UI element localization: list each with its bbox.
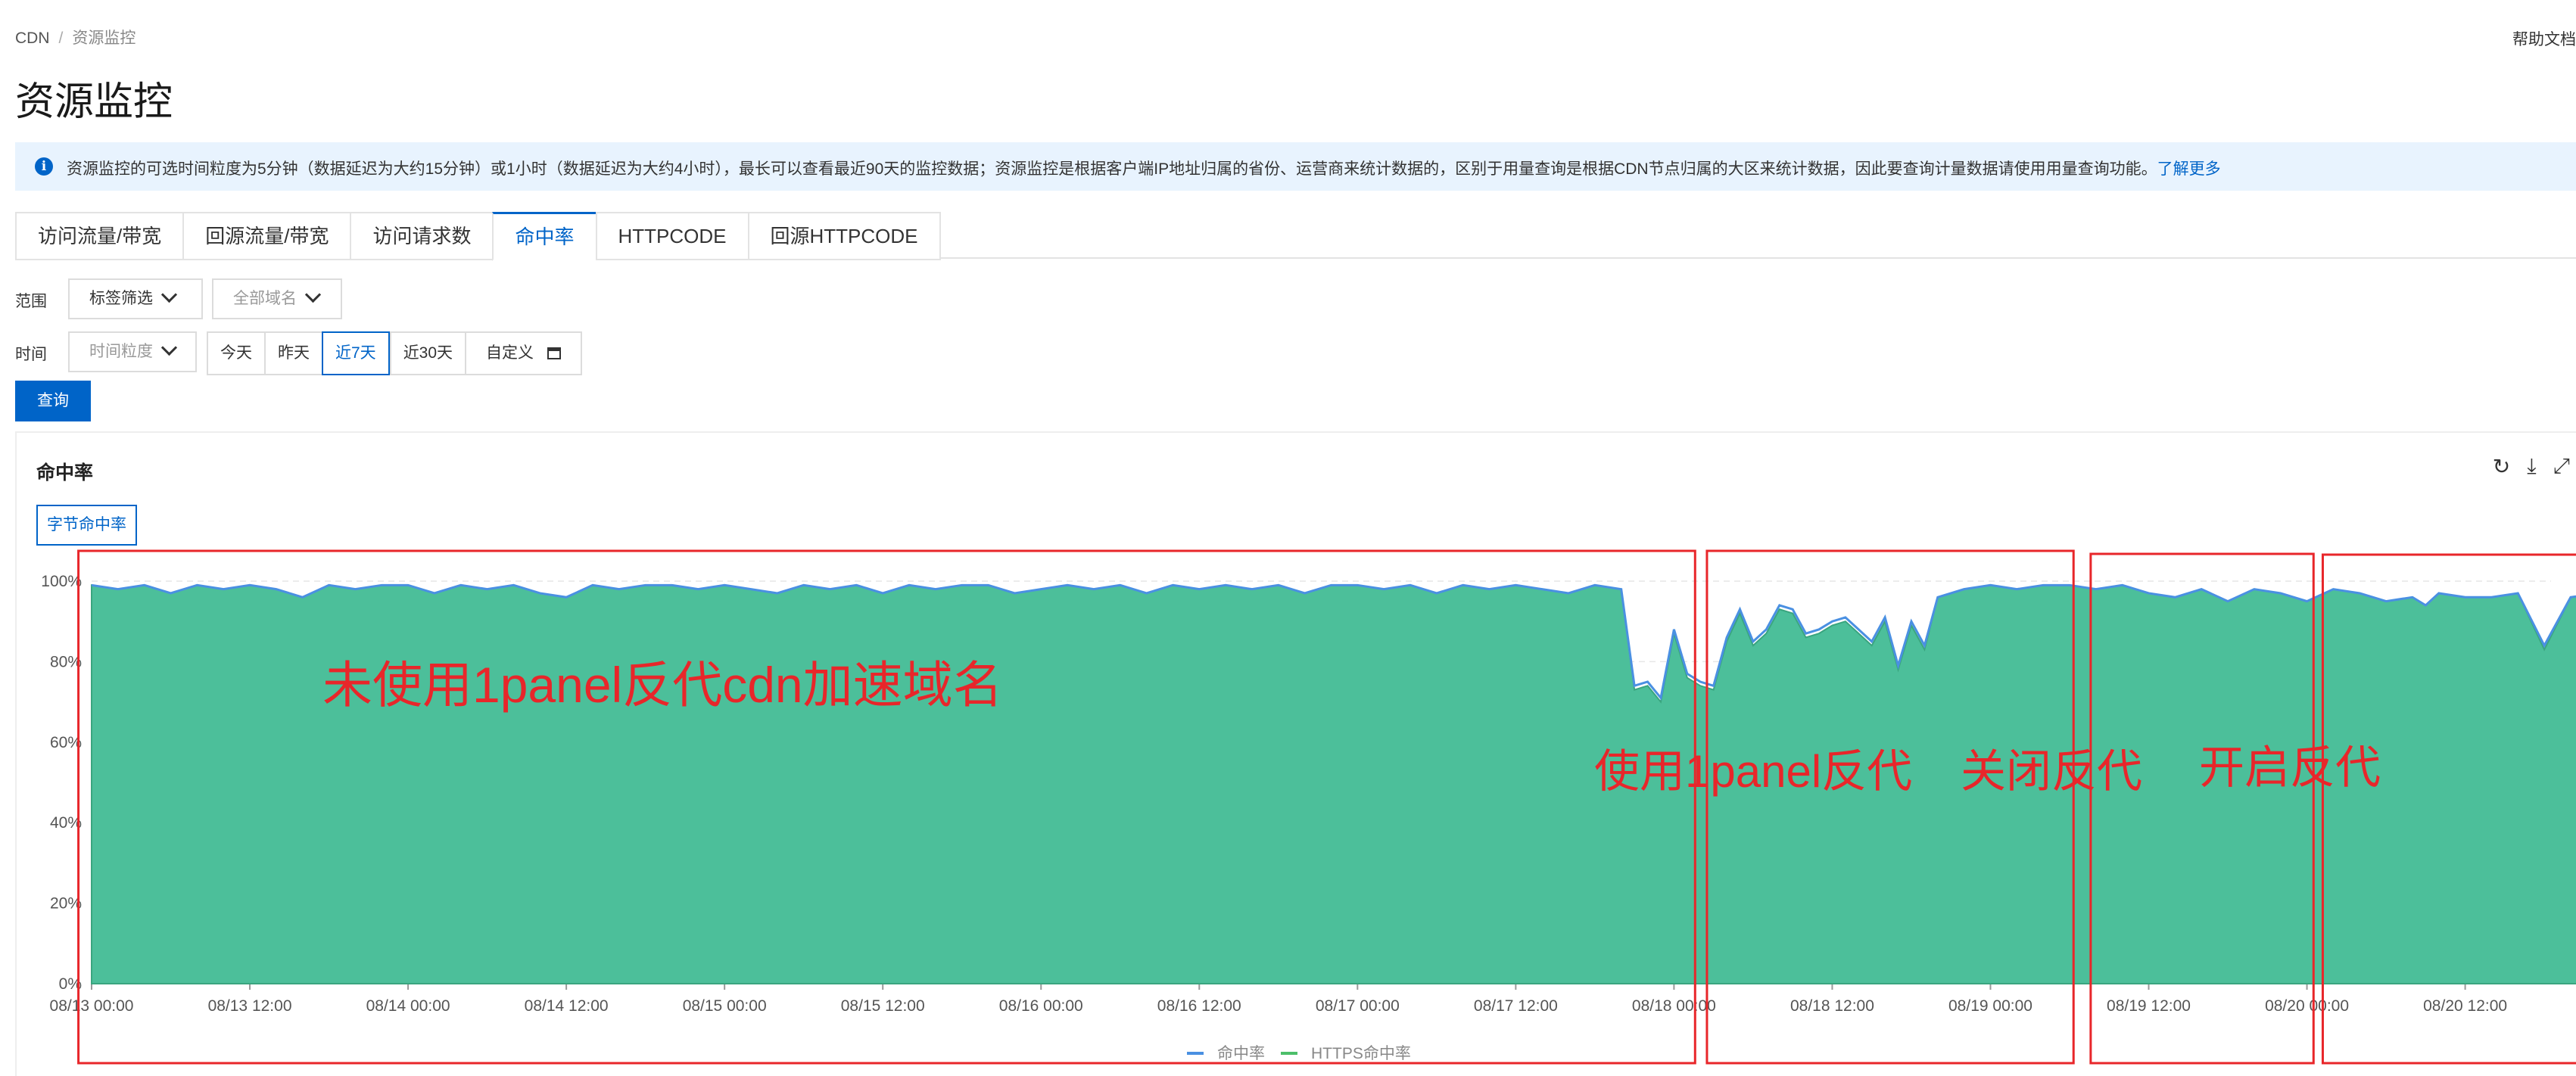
hit-rate-chart: 0%20%40%60%80%100%08/13 00:00 08/13 12:00…: [41, 549, 2576, 1065]
x-tick-label: 08/18 00:00: [1632, 997, 1716, 1015]
y-tick-label: 40%: [50, 814, 82, 832]
y-tick-label: 100%: [41, 573, 82, 590]
annotation-label: 未使用1panel反代cdn加速域名: [322, 657, 1003, 713]
x-tick-label: 08/18 12:00: [1790, 997, 1874, 1015]
x-tick-label: 08/19 00:00: [1948, 997, 2032, 1015]
y-tick-label: 60%: [50, 734, 82, 751]
x-tick-label: 08/15 00:00: [683, 997, 767, 1015]
x-tick-label: 08/14 00:00: [366, 997, 450, 1015]
legend-label: 命中率: [1217, 1045, 1265, 1062]
x-tick-label: 08/13 12:00: [208, 997, 292, 1015]
x-tick-label: 08/13 00:00: [50, 997, 134, 1015]
x-tick-label: 08/20 00:00: [2265, 997, 2349, 1015]
y-tick-label: 80%: [50, 653, 82, 670]
annotation-label: 使用1panel反代: [1594, 746, 1912, 797]
x-tick-label: 08/20 12:00: [2423, 997, 2507, 1015]
legend-label: HTTPS命中率: [1311, 1045, 1411, 1062]
x-tick-label: 08/15 12:00: [841, 997, 925, 1015]
x-tick-label: 08/16 00:00: [999, 997, 1083, 1015]
x-tick-label: 08/17 00:00: [1316, 997, 1400, 1015]
x-tick-label: 08/16 12:00: [1157, 997, 1241, 1015]
y-tick-label: 20%: [50, 895, 82, 913]
annotation-label: 开启反代: [2199, 742, 2381, 793]
x-tick-label: 08/19 12:00: [2107, 997, 2191, 1015]
annotation-label: 关闭反代: [1961, 746, 2142, 797]
x-tick-label: 08/17 12:00: [1474, 997, 1558, 1015]
x-tick-label: 08/14 12:00: [525, 997, 609, 1015]
tab-hit-rate[interactable]: 命中率: [492, 212, 596, 261]
